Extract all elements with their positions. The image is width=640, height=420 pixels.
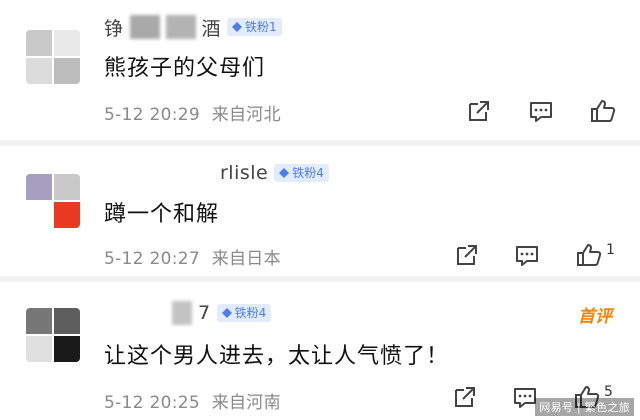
diamond-icon: [232, 22, 243, 32]
avatar-pixel: [26, 30, 52, 56]
like-button[interactable]: [588, 96, 618, 126]
share-icon: [469, 101, 489, 121]
comment-meta: 5-12 20:29 来自河北: [104, 100, 281, 125]
share-icon: [457, 245, 477, 265]
username-redaction: [104, 161, 214, 185]
first-comment-tag: 首评: [578, 307, 612, 327]
diamond-icon: [221, 308, 232, 318]
fan-badge[interactable]: 铁粉4: [274, 164, 329, 182]
username-row[interactable]: rlisle 铁粉4: [104, 158, 329, 188]
share-button[interactable]: [450, 382, 480, 412]
avatar-pixel: [54, 336, 80, 362]
comment-button[interactable]: [526, 96, 556, 126]
username-suffix: 酒: [201, 17, 222, 40]
fan-badge-label: 铁粉1: [245, 20, 277, 34]
comment-button[interactable]: [512, 240, 542, 270]
avatar[interactable]: [26, 174, 80, 228]
fan-badge[interactable]: 铁粉1: [227, 18, 282, 36]
username-suffix: rlisle: [220, 162, 269, 184]
avatar-pixel: [26, 58, 52, 84]
comment-text: 蹲一个和解: [104, 202, 220, 227]
fan-badge-label: 铁粉4: [234, 306, 267, 320]
avatar-pixel: [26, 174, 52, 200]
comment-location: 来自河北: [211, 105, 281, 125]
comment-meta: 5-12 20:27 来自日本: [104, 244, 281, 269]
avatar-pixel: [54, 174, 80, 200]
fan-badge-label: 铁粉4: [292, 166, 324, 180]
comment-text: 熊孩子的父母们: [104, 56, 266, 81]
username-suffix: 7: [198, 302, 211, 324]
comment-icon: [530, 102, 552, 122]
comment-item: 铮 酒 铁粉1 熊孩子的父母们 5-12 20:29 来自河北: [0, 0, 640, 140]
username-redaction: [104, 301, 166, 325]
username-redaction: [129, 15, 160, 39]
avatar-pixel: [26, 202, 52, 228]
avatar-pixel: [54, 308, 80, 334]
comment-time: 5-12 20:25: [104, 393, 200, 413]
comment-icon: [516, 246, 538, 266]
like-icon: [591, 100, 616, 122]
username-prefix: 铮: [104, 17, 124, 40]
like-button[interactable]: [574, 240, 604, 270]
source-watermark: 网易号 | 繁色之旅: [535, 398, 634, 416]
comment-location: 来自日本: [211, 249, 281, 269]
avatar-pixel: [54, 30, 80, 56]
comment-item: rlisle 铁粉4 蹲一个和解 5-12 20:27 来自日本 1: [0, 146, 640, 276]
username-row[interactable]: 7 铁粉4: [104, 298, 272, 328]
avatar-pixel: [26, 336, 52, 362]
comment-text: 让这个男人进去，太让人气愤了！: [104, 344, 450, 369]
share-icon: [455, 387, 475, 407]
fan-badge[interactable]: 铁粉4: [216, 304, 272, 322]
avatar[interactable]: [26, 308, 80, 362]
share-button[interactable]: [452, 240, 482, 270]
comment-meta: 5-12 20:25 来自河南: [104, 388, 281, 413]
avatar-pixel: [26, 308, 52, 334]
like-icon: [577, 244, 602, 266]
like-count: 1: [606, 242, 615, 258]
username-redaction: [172, 301, 192, 325]
diamond-icon: [279, 168, 290, 178]
username-row[interactable]: 铮 酒 铁粉1: [104, 12, 282, 42]
comment-time: 5-12 20:27: [104, 249, 200, 269]
username-redaction: [165, 15, 196, 39]
avatar-pixel: [54, 58, 80, 84]
comment-location: 来自河南: [211, 393, 281, 413]
share-button[interactable]: [464, 96, 494, 126]
avatar-pixel: [54, 202, 80, 228]
comment-time: 5-12 20:29: [104, 105, 200, 125]
avatar[interactable]: [26, 30, 80, 84]
